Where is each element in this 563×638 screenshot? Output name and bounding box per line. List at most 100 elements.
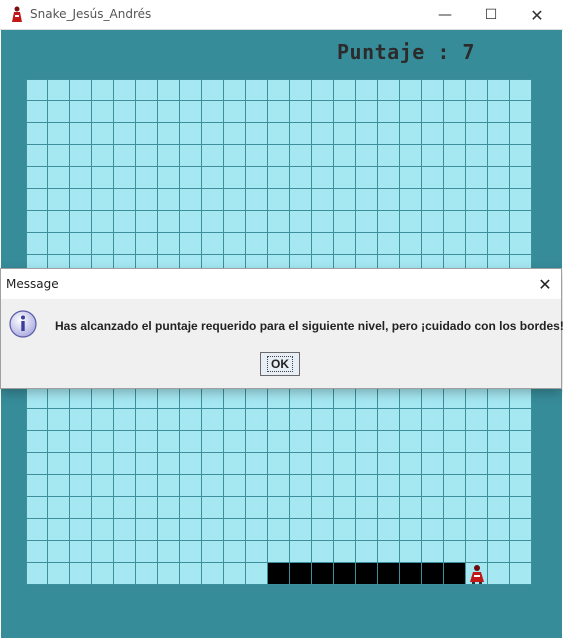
grid-cell bbox=[290, 475, 312, 497]
grid-cell bbox=[26, 475, 48, 497]
grid-cell bbox=[400, 189, 422, 211]
grid-cell bbox=[400, 497, 422, 519]
dialog-title: Message bbox=[6, 277, 59, 291]
grid-cell bbox=[180, 497, 202, 519]
grid-cell bbox=[202, 497, 224, 519]
grid-cell bbox=[466, 541, 488, 563]
grid-cell bbox=[466, 519, 488, 541]
grid-cell bbox=[356, 453, 378, 475]
grid-cell bbox=[400, 123, 422, 145]
grid-cell bbox=[488, 167, 510, 189]
grid-cell bbox=[48, 167, 70, 189]
grid-cell bbox=[136, 211, 158, 233]
grid-cell bbox=[48, 497, 70, 519]
grid-cell bbox=[202, 431, 224, 453]
grid-cell bbox=[180, 233, 202, 255]
grid-cell bbox=[70, 475, 92, 497]
grid-cell bbox=[92, 387, 114, 409]
grid-cell bbox=[136, 167, 158, 189]
grid-cell bbox=[136, 101, 158, 123]
grid-cell bbox=[224, 79, 246, 101]
grid-cell bbox=[334, 145, 356, 167]
grid-cell bbox=[224, 233, 246, 255]
grid-cell bbox=[312, 475, 334, 497]
grid-cell bbox=[312, 189, 334, 211]
grid-cell bbox=[224, 453, 246, 475]
grid-cell bbox=[48, 519, 70, 541]
grid-cell bbox=[158, 563, 180, 585]
grid-cell bbox=[246, 475, 268, 497]
grid-cell bbox=[488, 453, 510, 475]
grid-cell bbox=[422, 409, 444, 431]
grid-cell bbox=[246, 541, 268, 563]
grid-cell bbox=[334, 497, 356, 519]
grid-cell bbox=[510, 211, 532, 233]
grid-cell bbox=[268, 475, 290, 497]
grid-cell bbox=[444, 145, 466, 167]
dialog-message: Has alcanzado el puntaje requerido para … bbox=[55, 319, 563, 333]
grid-cell bbox=[114, 431, 136, 453]
grid-cell bbox=[378, 167, 400, 189]
grid-cell bbox=[466, 189, 488, 211]
maximize-button[interactable]: ☐ bbox=[468, 0, 514, 30]
grid-cell bbox=[136, 519, 158, 541]
grid-cell bbox=[334, 233, 356, 255]
grid-cell bbox=[114, 387, 136, 409]
grid-cell bbox=[114, 563, 136, 585]
grid-cell bbox=[92, 211, 114, 233]
close-window-button[interactable]: ✕ bbox=[514, 0, 560, 30]
grid-cell bbox=[158, 211, 180, 233]
grid-cell bbox=[290, 167, 312, 189]
minimize-button[interactable]: — bbox=[422, 0, 468, 30]
grid-cell bbox=[26, 453, 48, 475]
grid-cell bbox=[290, 497, 312, 519]
grid-cell bbox=[114, 453, 136, 475]
grid-cell bbox=[180, 563, 202, 585]
grid-cell bbox=[246, 497, 268, 519]
grid-cell bbox=[444, 233, 466, 255]
grid-cell bbox=[312, 387, 334, 409]
grid-cell bbox=[422, 211, 444, 233]
grid-cell bbox=[180, 123, 202, 145]
grid-cell bbox=[70, 79, 92, 101]
grid-cell bbox=[70, 563, 92, 585]
grid-cell bbox=[26, 123, 48, 145]
grid-cell bbox=[378, 387, 400, 409]
grid-cell bbox=[224, 101, 246, 123]
grid-cell bbox=[488, 211, 510, 233]
grid-cell bbox=[488, 497, 510, 519]
grid-cell bbox=[26, 497, 48, 519]
grid-cell bbox=[136, 233, 158, 255]
grid-cell bbox=[510, 123, 532, 145]
grid-cell bbox=[180, 387, 202, 409]
grid-cell bbox=[114, 475, 136, 497]
grid-cell bbox=[92, 409, 114, 431]
grid-cell bbox=[356, 79, 378, 101]
grid-cell bbox=[92, 475, 114, 497]
grid-cell bbox=[378, 453, 400, 475]
dialog-close-button[interactable]: ✕ bbox=[533, 272, 557, 296]
grid-cell bbox=[136, 497, 158, 519]
grid-cell bbox=[510, 145, 532, 167]
grid-cell bbox=[70, 387, 92, 409]
grid-cell bbox=[400, 453, 422, 475]
grid-cell bbox=[114, 409, 136, 431]
grid-cell bbox=[246, 563, 268, 585]
ok-button[interactable]: OK bbox=[260, 352, 300, 376]
grid-cell bbox=[290, 387, 312, 409]
grid-cell bbox=[70, 541, 92, 563]
grid-cell bbox=[312, 453, 334, 475]
grid-cell bbox=[378, 189, 400, 211]
grid-cell bbox=[334, 541, 356, 563]
grid-cell bbox=[400, 519, 422, 541]
grid-cell bbox=[290, 79, 312, 101]
grid-cell bbox=[312, 233, 334, 255]
grid-cell bbox=[246, 453, 268, 475]
grid-cell bbox=[26, 167, 48, 189]
grid-cell bbox=[466, 79, 488, 101]
app-icon bbox=[12, 6, 22, 22]
grid-cell bbox=[268, 79, 290, 101]
grid-cell bbox=[334, 475, 356, 497]
grid-cell bbox=[268, 101, 290, 123]
snake-body-segment bbox=[356, 563, 378, 585]
